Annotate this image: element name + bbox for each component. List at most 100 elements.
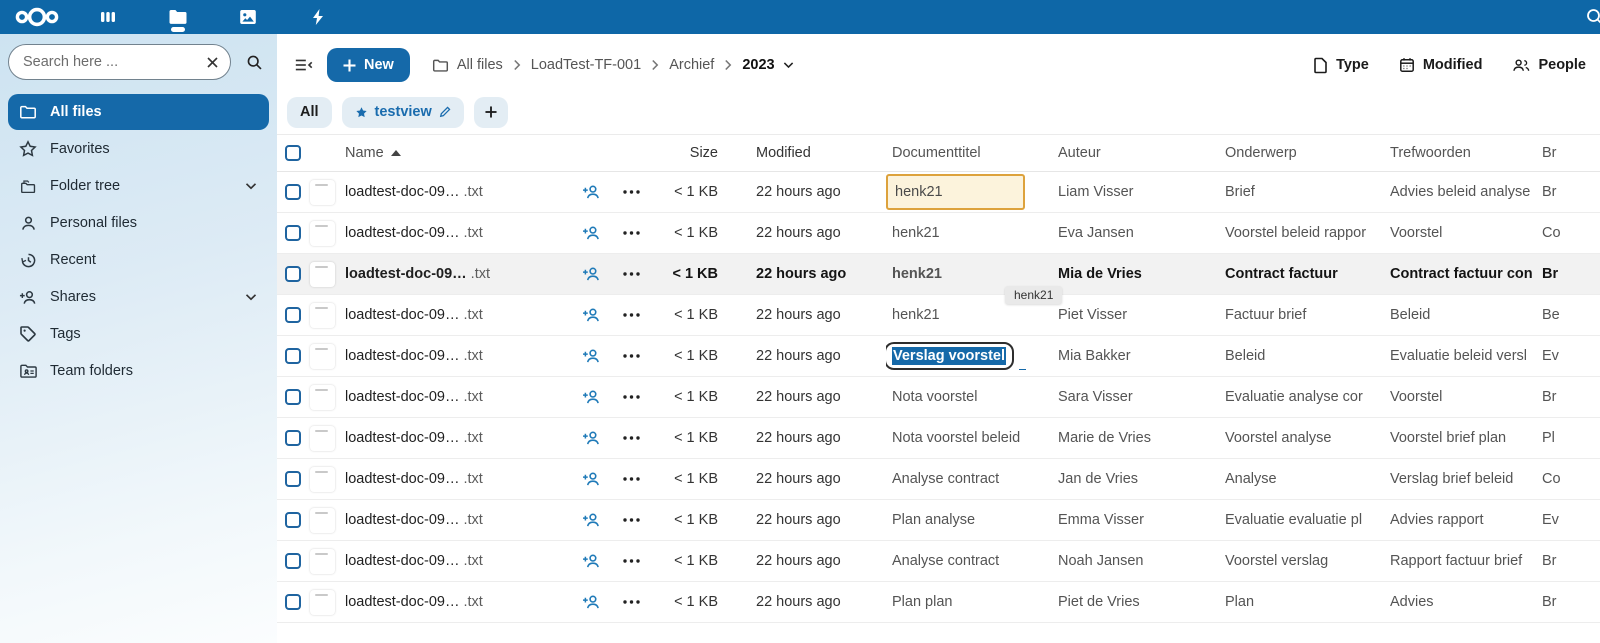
sidebar-item-all-files[interactable]: All files [8, 94, 269, 130]
filter-type-button[interactable]: Type [1313, 57, 1369, 74]
file-name[interactable]: loadtest-doc-09….txt [337, 594, 571, 610]
column-header-onderwerp[interactable]: Onderwerp [1225, 145, 1390, 161]
chip-testview[interactable]: testview [342, 97, 464, 128]
search-submit-icon[interactable] [239, 47, 269, 77]
cell-documenttitel[interactable]: henk21 [886, 174, 1058, 210]
cell-onderwerp[interactable]: Plan [1225, 594, 1390, 610]
file-name[interactable]: loadtest-doc-09….txt [337, 553, 571, 569]
photos-icon[interactable] [236, 2, 260, 32]
share-icon[interactable] [571, 307, 611, 323]
sidebar-item-recent[interactable]: Recent [8, 242, 269, 278]
dashboard-icon[interactable] [96, 2, 120, 32]
cell-onderwerp[interactable]: Voorstel analyse [1225, 430, 1390, 446]
cell-trefwoorden[interactable]: Verslag brief beleid [1390, 471, 1542, 487]
column-header-trefwoorden[interactable]: Trefwoorden [1390, 145, 1542, 161]
cell-onderwerp[interactable]: Evaluatie evaluatie pl [1225, 512, 1390, 528]
row-checkbox[interactable] [285, 553, 301, 569]
cell-trefwoorden[interactable]: Advies beleid analyse [1390, 184, 1542, 200]
row-actions-menu-icon[interactable] [611, 354, 651, 358]
cell-auteur[interactable]: Piet Visser [1058, 307, 1225, 323]
filter-people-button[interactable]: People [1512, 57, 1586, 73]
file-name[interactable]: loadtest-doc-09….txt [337, 307, 571, 323]
file-name[interactable]: loadtest-doc-09….txt [337, 389, 571, 405]
file-name[interactable]: loadtest-doc-09….txt [337, 471, 571, 487]
column-header-extra[interactable]: Br [1542, 145, 1600, 161]
table-row[interactable]: loadtest-doc-09….txt < 1 KB 22 hours ago… [277, 459, 1600, 500]
sidebar-item-tags[interactable]: Tags [8, 316, 269, 352]
cell-documenttitel[interactable]: henk21 [886, 307, 1058, 323]
cell-extra[interactable]: Co [1542, 225, 1600, 241]
cell-auteur[interactable]: Jan de Vries [1058, 471, 1225, 487]
table-row[interactable]: loadtest-doc-09….txt < 1 KB 22 hours ago… [277, 172, 1600, 213]
row-checkbox[interactable] [285, 512, 301, 528]
share-icon[interactable] [571, 512, 611, 528]
column-header-modified[interactable]: Modified [756, 145, 886, 161]
cell-extra[interactable]: Be [1542, 307, 1600, 323]
share-icon[interactable] [571, 553, 611, 569]
cell-auteur[interactable]: Eva Jansen [1058, 225, 1225, 241]
sidebar-item-folder-tree[interactable]: Folder tree [8, 168, 269, 204]
sidebar-item-personal-files[interactable]: Personal files [8, 205, 269, 241]
table-row[interactable]: loadtest-doc-09….txt < 1 KB 22 hours ago… [277, 500, 1600, 541]
cell-onderwerp[interactable]: Contract factuur [1225, 266, 1390, 282]
column-header-size[interactable]: Size [651, 145, 721, 161]
cell-extra[interactable]: Ev [1542, 348, 1600, 364]
file-name[interactable]: loadtest-doc-09….txt [337, 430, 571, 446]
share-icon[interactable] [571, 389, 611, 405]
column-header-auteur[interactable]: Auteur [1058, 145, 1225, 161]
cell-onderwerp[interactable]: Analyse [1225, 471, 1390, 487]
column-header-name[interactable]: Name [337, 145, 571, 161]
cell-trefwoorden[interactable]: Voorstel [1390, 389, 1542, 405]
cell-documenttitel[interactable]: Nota voorstel beleid [886, 430, 1058, 446]
cell-trefwoorden[interactable]: Advies rapport [1390, 512, 1542, 528]
cell-trefwoorden[interactable]: Voorstel [1390, 225, 1542, 241]
row-actions-menu-icon[interactable] [611, 231, 651, 235]
cell-documenttitel[interactable]: Verslag voorstel [886, 342, 1058, 370]
row-checkbox[interactable] [285, 471, 301, 487]
chevron-down-icon[interactable] [245, 178, 257, 194]
row-checkbox[interactable] [285, 266, 301, 282]
cell-extra[interactable]: Br [1542, 553, 1600, 569]
cell-documenttitel[interactable]: Nota voorstel [886, 389, 1058, 405]
sidebar-item-team-folders[interactable]: Team folders [8, 353, 269, 389]
row-actions-menu-icon[interactable] [611, 559, 651, 563]
breadcrumb-home[interactable]: All files [432, 57, 503, 73]
table-row[interactable]: loadtest-doc-09….txt < 1 KB 22 hours ago… [277, 582, 1600, 623]
row-checkbox[interactable] [285, 594, 301, 610]
cell-auteur[interactable]: Sara Visser [1058, 389, 1225, 405]
chip-all-views[interactable]: All [287, 97, 332, 128]
cell-auteur[interactable]: Piet de Vries [1058, 594, 1225, 610]
row-checkbox[interactable] [285, 307, 301, 323]
file-name[interactable]: loadtest-doc-09….txt [337, 266, 571, 282]
share-icon[interactable] [571, 225, 611, 241]
cell-documenttitel[interactable]: Analyse contract [886, 553, 1058, 569]
row-actions-menu-icon[interactable] [611, 477, 651, 481]
file-name[interactable]: loadtest-doc-09….txt [337, 512, 571, 528]
cell-extra[interactable]: Br [1542, 184, 1600, 200]
table-row[interactable]: loadtest-doc-09….txt < 1 KB 22 hours ago… [277, 377, 1600, 418]
cell-auteur[interactable]: Liam Visser [1058, 184, 1225, 200]
table-row[interactable]: loadtest-doc-09….txt < 1 KB 22 hours ago… [277, 213, 1600, 254]
nextcloud-logo[interactable] [14, 6, 60, 28]
breadcrumb-segment[interactable]: Archief [669, 57, 714, 73]
cell-extra[interactable]: Br [1542, 594, 1600, 610]
table-row[interactable]: loadtest-doc-09….txt < 1 KB 22 hours ago… [277, 295, 1600, 336]
sidebar-item-shares[interactable]: Shares [8, 279, 269, 315]
cell-trefwoorden[interactable]: Beleid [1390, 307, 1542, 323]
breadcrumb-segment[interactable]: LoadTest-TF-001 [531, 57, 641, 73]
new-button[interactable]: New [327, 48, 410, 82]
cell-onderwerp[interactable]: Voorstel verslag [1225, 553, 1390, 569]
share-icon[interactable] [571, 594, 611, 610]
row-actions-menu-icon[interactable] [611, 272, 651, 276]
row-checkbox[interactable] [285, 430, 301, 446]
share-icon[interactable] [571, 430, 611, 446]
cell-auteur[interactable]: Emma Visser [1058, 512, 1225, 528]
row-actions-menu-icon[interactable] [611, 518, 651, 522]
table-row[interactable]: loadtest-doc-09….txt < 1 KB 22 hours ago… [277, 541, 1600, 582]
cell-extra[interactable]: Br [1542, 266, 1600, 282]
filter-modified-button[interactable]: Modified [1399, 57, 1483, 73]
table-row[interactable]: loadtest-doc-09….txt < 1 KB 22 hours ago… [277, 418, 1600, 459]
cell-onderwerp[interactable]: Evaluatie analyse cor [1225, 389, 1390, 405]
files-icon[interactable] [166, 2, 190, 32]
row-actions-menu-icon[interactable] [611, 313, 651, 317]
